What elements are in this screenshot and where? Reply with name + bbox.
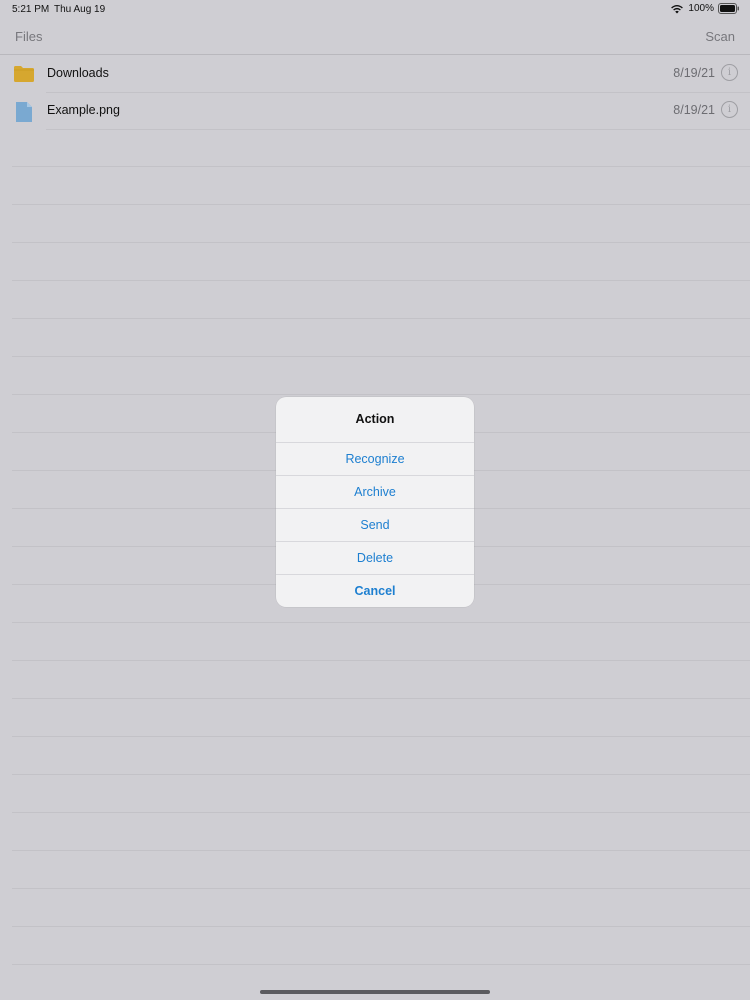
empty-row	[12, 927, 750, 965]
archive-button[interactable]: Archive	[276, 476, 474, 509]
scan-button[interactable]: Scan	[705, 29, 735, 44]
empty-row	[12, 167, 750, 205]
empty-row	[12, 205, 750, 243]
empty-row	[12, 623, 750, 661]
delete-button[interactable]: Delete	[276, 542, 474, 575]
empty-row	[12, 129, 750, 167]
empty-row	[12, 889, 750, 927]
action-dialog: Action Recognize Archive Send Delete Can…	[276, 397, 474, 607]
file-name: Downloads	[47, 66, 109, 80]
status-bar: 5:21 PM Thu Aug 19 100%	[0, 0, 750, 20]
info-icon[interactable]: i	[721, 101, 738, 118]
dialog-title: Action	[276, 397, 474, 443]
files-title-button[interactable]: Files	[15, 29, 42, 44]
send-button[interactable]: Send	[276, 509, 474, 542]
empty-row	[12, 851, 750, 889]
file-row-downloads[interactable]: Downloads 8/19/21 i	[0, 55, 750, 93]
recognize-button[interactable]: Recognize	[276, 443, 474, 476]
folder-icon	[14, 66, 34, 82]
battery-icon	[718, 3, 739, 14]
empty-row	[12, 661, 750, 699]
navigation-bar: Files Scan	[0, 20, 750, 55]
file-date: 8/19/21	[673, 66, 715, 80]
empty-row	[12, 281, 750, 319]
status-time: 5:21 PM	[12, 4, 50, 15]
file-name: Example.png	[47, 103, 120, 117]
battery-percentage: 100%	[688, 3, 714, 14]
empty-row	[12, 243, 750, 281]
empty-row	[12, 775, 750, 813]
cancel-button[interactable]: Cancel	[276, 575, 474, 607]
empty-row	[12, 699, 750, 737]
status-date: Thu Aug 19	[54, 4, 106, 15]
file-date: 8/19/21	[673, 103, 715, 117]
empty-row	[12, 813, 750, 851]
file-row-example-png[interactable]: Example.png 8/19/21 i	[0, 92, 750, 130]
empty-row	[12, 357, 750, 395]
home-indicator	[260, 990, 490, 994]
info-icon[interactable]: i	[721, 64, 738, 81]
wifi-icon	[671, 4, 684, 13]
image-file-icon	[16, 102, 32, 122]
empty-row	[12, 737, 750, 775]
empty-row	[12, 319, 750, 357]
status-right: 100%	[670, 3, 740, 14]
